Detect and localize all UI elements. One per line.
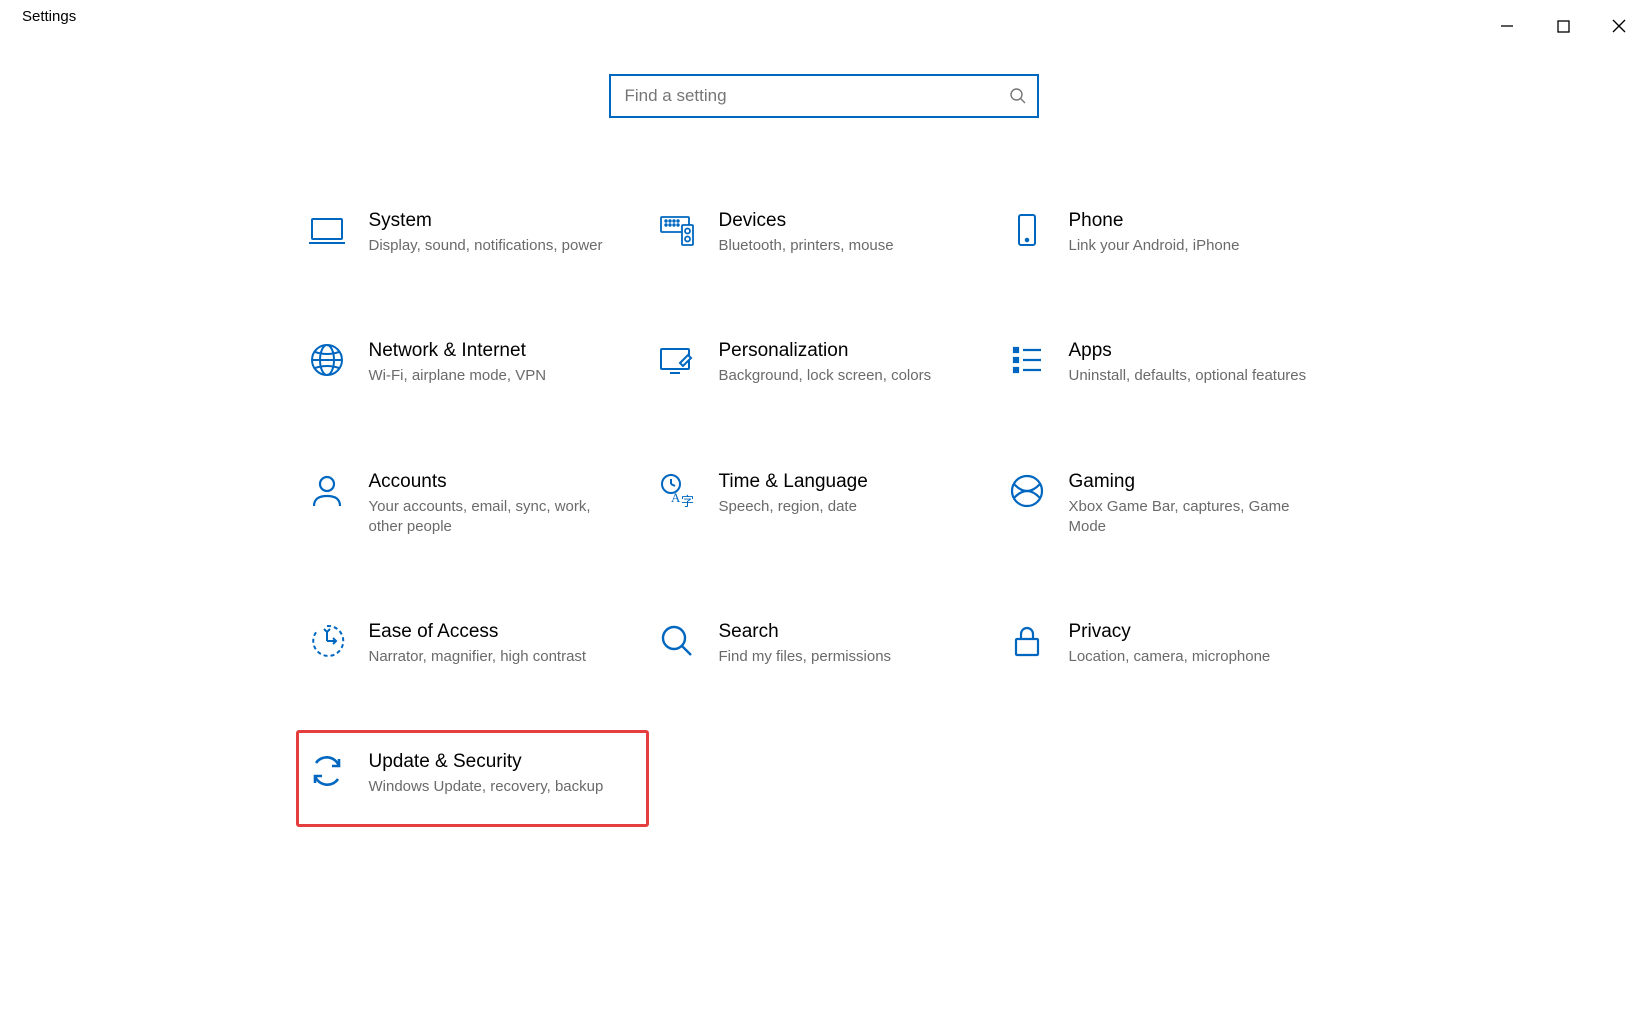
search-box[interactable] [609,74,1039,118]
devices-icon [657,210,697,250]
search-icon [1009,87,1027,105]
window-title: Settings [22,8,76,25]
category-title: Accounts [369,471,621,493]
category-text: Phone Link your Android, iPhone [1069,210,1341,256]
category-title: Network & Internet [369,340,621,362]
category-ease-of-access[interactable]: Ease of Access Narrator, magnifier, high… [299,609,649,679]
time-language-icon: A 字 [657,471,697,511]
category-text: Personalization Background, lock screen,… [719,340,991,386]
category-text: System Display, sound, notifications, po… [369,210,641,256]
category-desc: Find my files, permissions [719,647,971,667]
titlebar: Settings [0,0,1647,44]
svg-text:字: 字 [681,494,694,509]
globe-icon [307,340,347,380]
category-phone[interactable]: Phone Link your Android, iPhone [999,198,1349,268]
category-desc: Bluetooth, printers, mouse [719,236,971,256]
category-desc: Display, sound, notifications, power [369,236,621,256]
category-title: Devices [719,210,971,232]
category-title: Privacy [1069,621,1321,643]
category-title: Time & Language [719,471,971,493]
search-wrap [609,74,1039,118]
category-desc: Speech, region, date [719,497,971,517]
category-apps[interactable]: Apps Uninstall, defaults, optional featu… [999,328,1349,398]
search-input[interactable] [625,86,1009,106]
category-text: Accounts Your accounts, email, sync, wor… [369,471,641,538]
category-text: Update & Security Windows Update, recove… [369,751,638,797]
category-search[interactable]: Search Find my files, permissions [649,609,999,679]
category-desc: Uninstall, defaults, optional features [1069,366,1321,386]
minimize-button[interactable] [1479,8,1535,44]
category-desc: Location, camera, microphone [1069,647,1321,667]
category-text: Search Find my files, permissions [719,621,991,667]
phone-icon [1007,210,1047,250]
category-devices[interactable]: Devices Bluetooth, printers, mouse [649,198,999,268]
category-privacy[interactable]: Privacy Location, camera, microphone [999,609,1349,679]
category-text: Privacy Location, camera, microphone [1069,621,1341,667]
category-title: Update & Security [369,751,618,773]
apps-icon [1007,340,1047,380]
close-icon [1612,19,1626,33]
personalization-icon [657,340,697,380]
category-title: System [369,210,621,232]
content-area: System Display, sound, notifications, po… [0,44,1647,827]
minimize-icon [1500,19,1514,33]
category-title: Gaming [1069,471,1321,493]
accounts-icon [307,471,347,511]
category-text: Ease of Access Narrator, magnifier, high… [369,621,641,667]
category-desc: Windows Update, recovery, backup [369,777,618,797]
category-text: Network & Internet Wi-Fi, airplane mode,… [369,340,641,386]
maximize-icon [1557,20,1570,33]
category-title: Search [719,621,971,643]
category-personalization[interactable]: Personalization Background, lock screen,… [649,328,999,398]
category-desc: Your accounts, email, sync, work, other … [369,497,621,538]
category-text: Apps Uninstall, defaults, optional featu… [1069,340,1341,386]
category-update-security[interactable]: Update & Security Windows Update, recove… [296,730,649,826]
category-network[interactable]: Network & Internet Wi-Fi, airplane mode,… [299,328,649,398]
category-desc: Background, lock screen, colors [719,366,971,386]
category-desc: Link your Android, iPhone [1069,236,1321,256]
category-desc: Narrator, magnifier, high contrast [369,647,621,667]
maximize-button[interactable] [1535,8,1591,44]
category-title: Phone [1069,210,1321,232]
close-button[interactable] [1591,8,1647,44]
category-text: Time & Language Speech, region, date [719,471,991,517]
category-desc: Xbox Game Bar, captures, Game Mode [1069,497,1321,538]
update-icon [307,751,347,791]
system-icon [307,210,347,250]
svg-text:A: A [671,490,681,505]
gaming-icon [1007,471,1047,511]
category-desc: Wi-Fi, airplane mode, VPN [369,366,621,386]
categories-grid: System Display, sound, notifications, po… [299,198,1349,827]
category-title: Apps [1069,340,1321,362]
category-gaming[interactable]: Gaming Xbox Game Bar, captures, Game Mod… [999,459,1349,550]
category-title: Ease of Access [369,621,621,643]
window-controls [1479,8,1647,44]
category-accounts[interactable]: Accounts Your accounts, email, sync, wor… [299,459,649,550]
category-text: Gaming Xbox Game Bar, captures, Game Mod… [1069,471,1341,538]
category-system[interactable]: System Display, sound, notifications, po… [299,198,649,268]
category-time-language[interactable]: A 字 Time & Language Speech, region, date [649,459,999,550]
category-text: Devices Bluetooth, printers, mouse [719,210,991,256]
lock-icon [1007,621,1047,661]
ease-of-access-icon [307,621,347,661]
search-category-icon [657,621,697,661]
category-title: Personalization [719,340,971,362]
